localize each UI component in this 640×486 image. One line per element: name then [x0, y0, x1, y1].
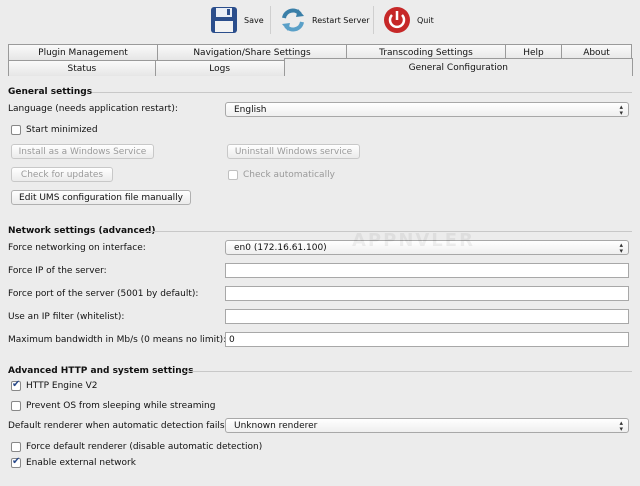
- force-interface-value: en0 (172.16.61.100): [234, 242, 327, 253]
- force-port-label: Force port of the server (5001 by defaul…: [8, 289, 199, 299]
- check-automatically-label: Check automatically: [243, 170, 335, 180]
- updown-arrows-icon: ▴ ▾: [619, 103, 623, 117]
- force-port-field[interactable]: [225, 286, 629, 301]
- language-select[interactable]: English ▴ ▾: [225, 102, 629, 117]
- tab-logs[interactable]: Logs: [154, 60, 285, 76]
- general-settings-title: General settings: [8, 87, 93, 97]
- toolbar-divider: [373, 6, 374, 34]
- ip-filter-label: Use an IP filter (whitelist):: [8, 312, 125, 322]
- bandwidth-label: Maximum bandwidth in Mb/s (0 means no li…: [8, 335, 227, 345]
- force-ip-field[interactable]: [225, 263, 629, 278]
- force-renderer-label: Force default renderer (disable automati…: [26, 442, 263, 452]
- edit-configuration-button[interactable]: Edit UMS configuration file manually: [11, 190, 191, 205]
- floppy-disk-icon: [211, 7, 237, 33]
- check-automatically-checkbox[interactable]: Check automatically: [228, 170, 335, 180]
- prevent-sleep-checkbox[interactable]: Prevent OS from sleeping while streaming: [11, 401, 215, 411]
- checkbox-box: [228, 170, 238, 180]
- updown-arrows-icon: ▴ ▾: [619, 241, 623, 255]
- http-engine-label: HTTP Engine V2: [26, 381, 98, 391]
- quit-button[interactable]: Quit: [383, 4, 434, 36]
- default-renderer-value: Unknown renderer: [234, 420, 318, 431]
- toolbar: Save Restart Server Quit: [0, 0, 640, 40]
- start-minimized-checkbox[interactable]: Start minimized: [11, 125, 98, 135]
- checkbox-checked: [11, 456, 21, 468]
- save-label: Save: [244, 15, 264, 25]
- tab-row-2: Status Logs General Configuration: [8, 58, 633, 76]
- default-renderer-select[interactable]: Unknown renderer ▴ ▾: [225, 418, 629, 433]
- default-renderer-label: Default renderer when automatic detectio…: [8, 421, 228, 431]
- power-icon: [384, 7, 410, 33]
- check-updates-button[interactable]: Check for updates: [11, 167, 113, 182]
- force-interface-label: Force networking on interface:: [8, 243, 146, 253]
- force-ip-label: Force IP of the server:: [8, 266, 107, 276]
- save-button[interactable]: Save: [210, 4, 264, 36]
- section-divider: [92, 92, 632, 93]
- refresh-icon: [282, 8, 304, 32]
- restart-server-button[interactable]: Restart Server: [280, 4, 370, 36]
- install-service-button[interactable]: Install as a Windows Service: [11, 144, 154, 159]
- checkbox-checked: [11, 379, 21, 391]
- restart-label: Restart Server: [312, 15, 370, 25]
- language-value: English: [234, 104, 267, 115]
- updown-arrows-icon: ▴ ▾: [619, 419, 623, 433]
- start-minimized-label: Start minimized: [26, 125, 98, 135]
- bandwidth-field[interactable]: 0: [225, 332, 629, 347]
- http-engine-checkbox[interactable]: HTTP Engine V2: [11, 379, 98, 391]
- ip-filter-field[interactable]: [225, 309, 629, 324]
- tab-general-configuration[interactable]: General Configuration: [283, 58, 633, 76]
- external-network-label: Enable external network: [26, 458, 136, 468]
- section-divider: [184, 371, 632, 372]
- language-label: Language (needs application restart):: [8, 104, 178, 114]
- watermark-logo: APPNVLER: [352, 230, 475, 251]
- external-network-checkbox[interactable]: Enable external network: [11, 456, 136, 468]
- advanced-settings-title: Advanced HTTP and system settings: [8, 366, 194, 376]
- checkbox-box: [11, 401, 21, 411]
- tab-status[interactable]: Status: [8, 60, 156, 76]
- checkbox-box: [11, 442, 21, 452]
- checkbox-box: [11, 125, 21, 135]
- toolbar-divider: [270, 6, 271, 34]
- uninstall-service-button[interactable]: Uninstall Windows service: [227, 144, 360, 159]
- prevent-sleep-label: Prevent OS from sleeping while streaming: [26, 401, 216, 411]
- quit-label: Quit: [417, 15, 434, 25]
- tab-plugin-management[interactable]: Plugin Management: [8, 44, 158, 60]
- network-settings-title: Network settings (advanced): [8, 226, 156, 236]
- force-renderer-checkbox[interactable]: Force default renderer (disable automati…: [11, 442, 262, 452]
